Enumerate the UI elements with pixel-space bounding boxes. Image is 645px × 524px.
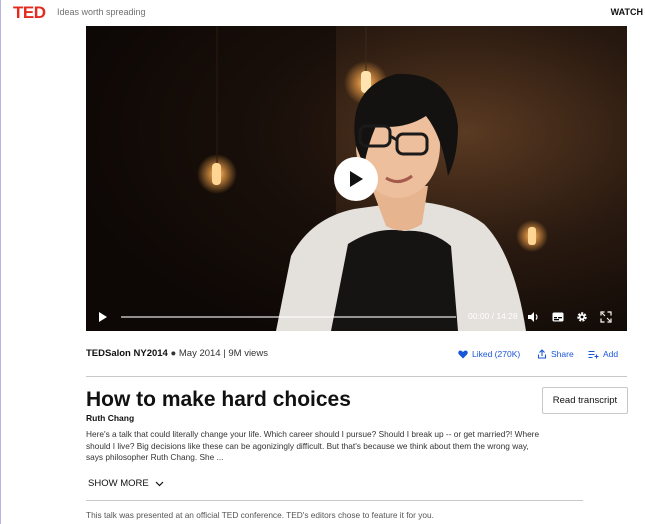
read-transcript-button[interactable]: Read transcript bbox=[542, 387, 628, 414]
speaker-name[interactable]: Ruth Chang bbox=[86, 413, 134, 423]
footnote-divider bbox=[86, 500, 583, 501]
play-overlay-button[interactable] bbox=[334, 157, 378, 201]
volume-icon[interactable] bbox=[527, 311, 539, 323]
share-button[interactable]: Share bbox=[537, 349, 574, 359]
section-divider bbox=[86, 376, 627, 377]
captions-icon[interactable] bbox=[552, 311, 564, 323]
share-icon bbox=[537, 349, 547, 359]
share-label: Share bbox=[551, 349, 574, 359]
video-player[interactable]: 00:00 / 14:28 bbox=[86, 26, 627, 331]
liked-button[interactable]: Liked (270K) bbox=[458, 349, 520, 359]
left-border bbox=[0, 0, 1, 524]
show-more-button[interactable]: SHOW MORE bbox=[88, 478, 164, 489]
talk-date: May 2014 bbox=[178, 348, 221, 359]
show-more-label: SHOW MORE bbox=[88, 478, 149, 489]
event-link[interactable]: TEDSalon NY2014 bbox=[86, 348, 168, 359]
heart-icon bbox=[458, 350, 468, 358]
view-count: 9M views bbox=[228, 348, 268, 359]
play-control-icon[interactable] bbox=[98, 311, 108, 323]
add-to-list-icon bbox=[588, 350, 599, 358]
time-display: 00:00 / 14:28 bbox=[468, 311, 518, 321]
video-controls-bar: 00:00 / 14:28 bbox=[86, 303, 627, 331]
talk-meta: TEDSalon NY2014 ● May 2014 | 9M views bbox=[86, 348, 268, 359]
add-button[interactable]: Add bbox=[588, 349, 618, 359]
settings-gear-icon[interactable] bbox=[576, 311, 588, 323]
ted-logo[interactable]: TED bbox=[13, 3, 46, 23]
official-talk-note: This talk was presented at an official T… bbox=[86, 510, 434, 520]
chevron-down-icon bbox=[155, 481, 164, 486]
fullscreen-icon[interactable] bbox=[600, 311, 612, 323]
play-icon bbox=[350, 171, 363, 187]
talk-title: How to make hard choices bbox=[86, 388, 351, 411]
progress-bar[interactable] bbox=[121, 316, 456, 318]
dot-separator: ● bbox=[170, 348, 179, 359]
add-label: Add bbox=[603, 349, 619, 359]
site-header: TED Ideas worth spreading WATCH bbox=[0, 0, 645, 26]
talk-description: Here's a talk that could literally chang… bbox=[86, 429, 540, 462]
tagline: Ideas worth spreading bbox=[57, 7, 146, 17]
watch-menu-button[interactable]: WATCH bbox=[611, 7, 643, 17]
liked-label: Liked (270K) bbox=[472, 349, 521, 359]
